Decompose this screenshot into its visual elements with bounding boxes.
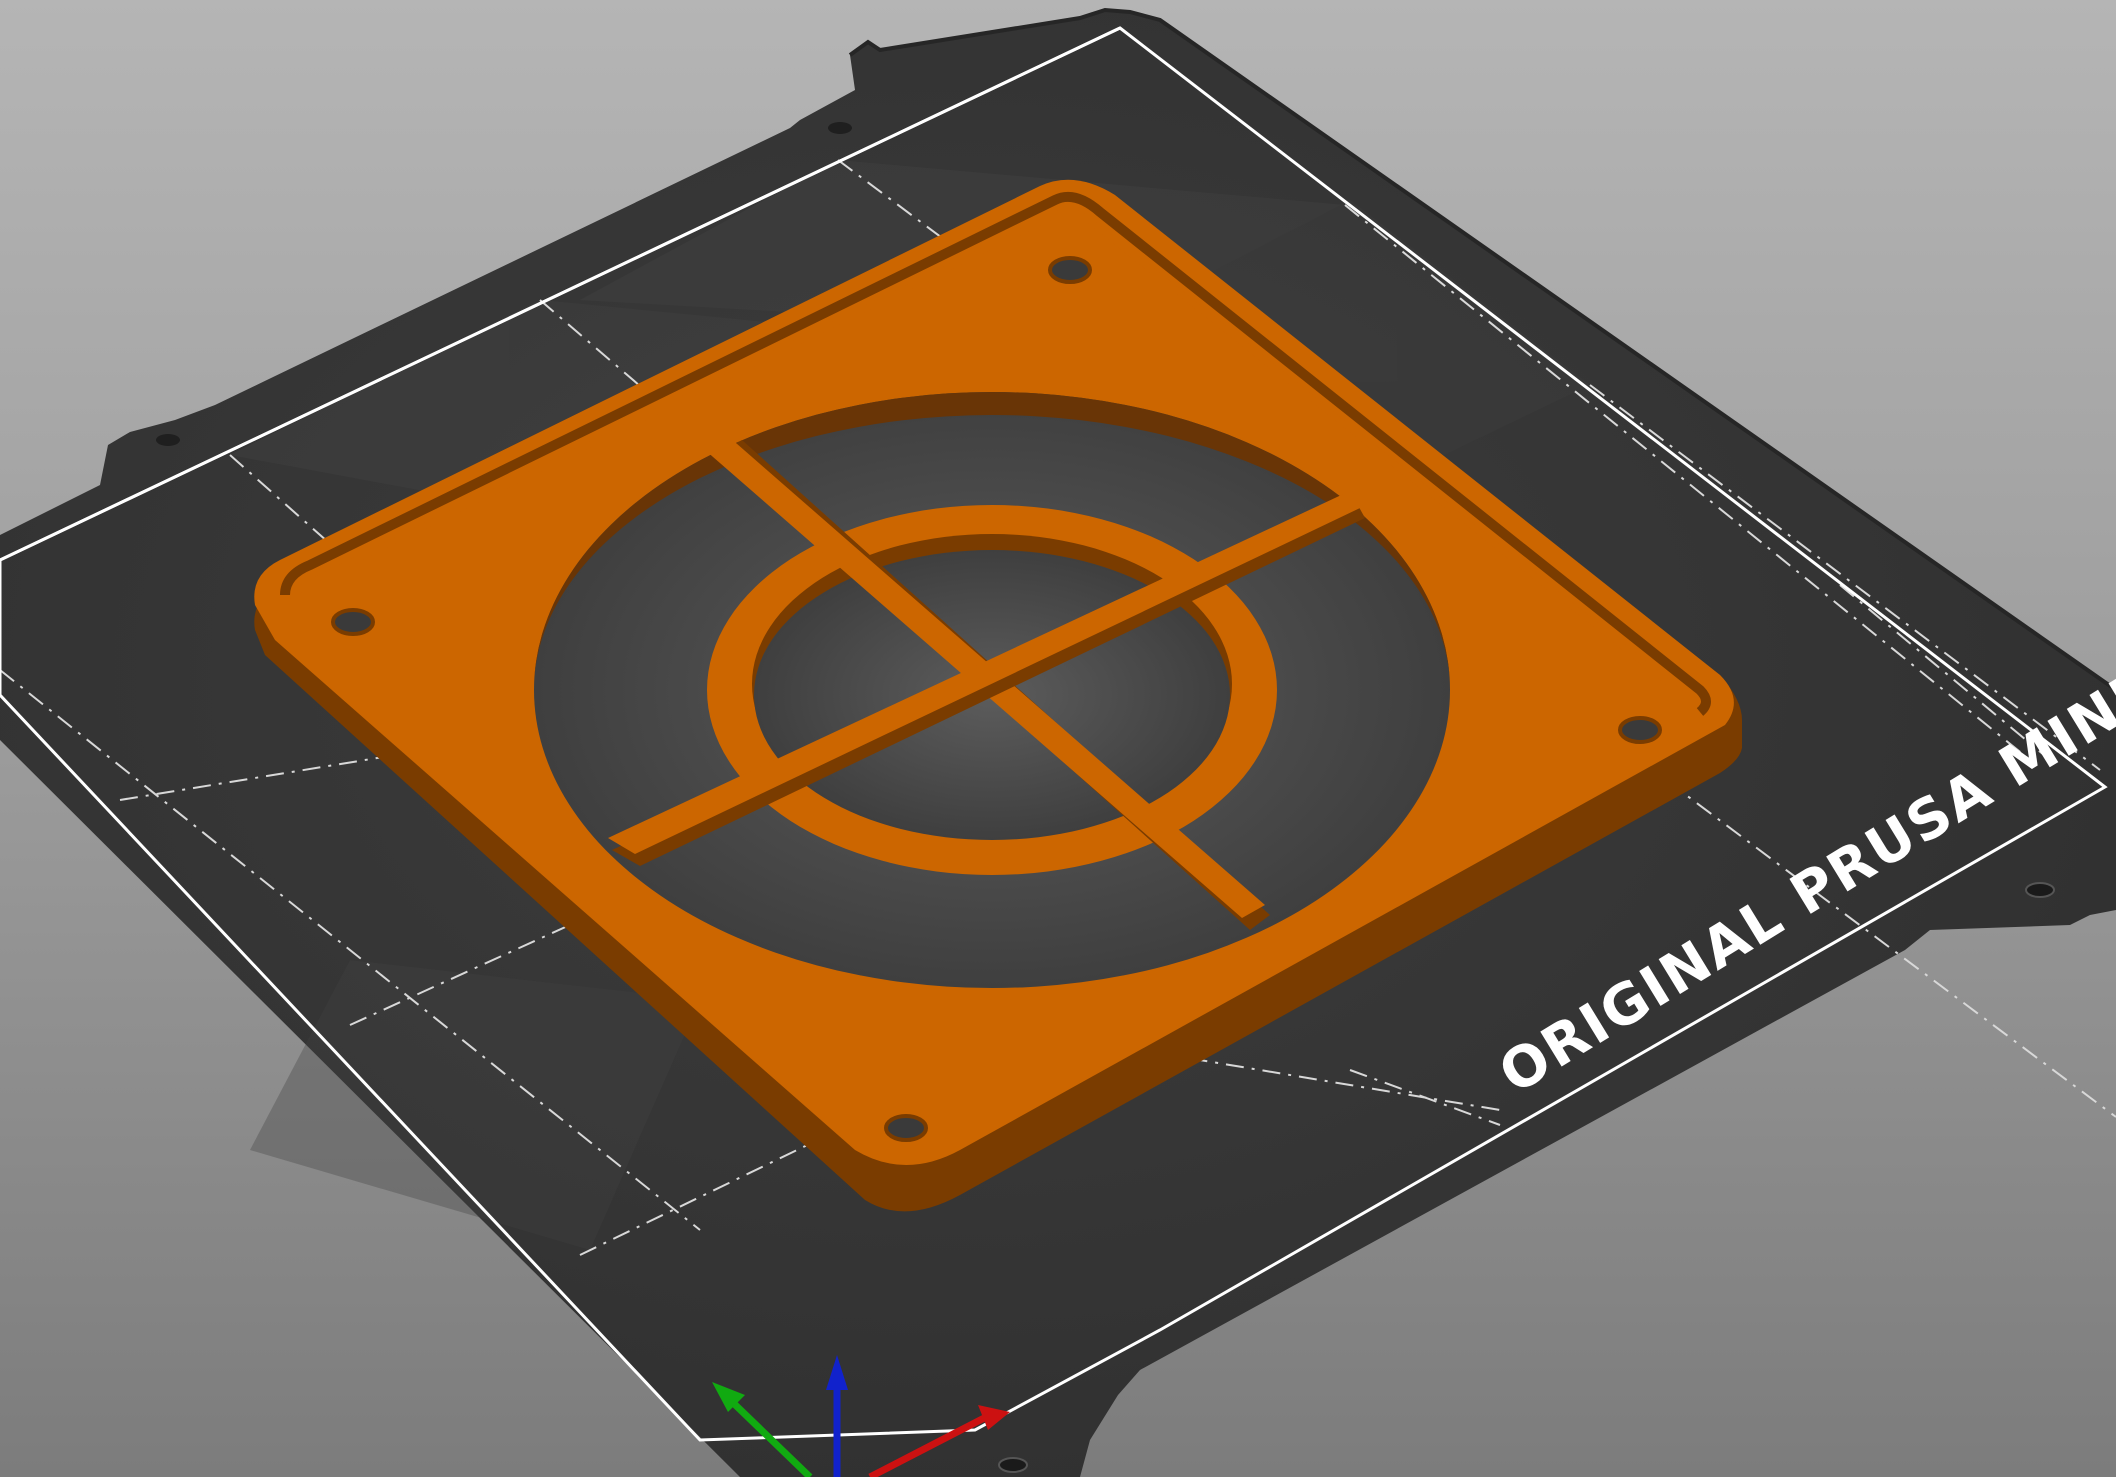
mount-hole <box>1618 716 1662 744</box>
mount-hole <box>1048 256 1092 284</box>
mount-hole <box>331 608 375 636</box>
bed-pin <box>998 1457 1028 1473</box>
bed-pin <box>828 122 852 134</box>
mount-hole <box>884 1114 928 1142</box>
bed-pin <box>2025 882 2055 898</box>
bed-pin <box>156 434 180 446</box>
3d-viewport[interactable]: ORIGINAL PRUSA MINI <box>0 0 2116 1477</box>
